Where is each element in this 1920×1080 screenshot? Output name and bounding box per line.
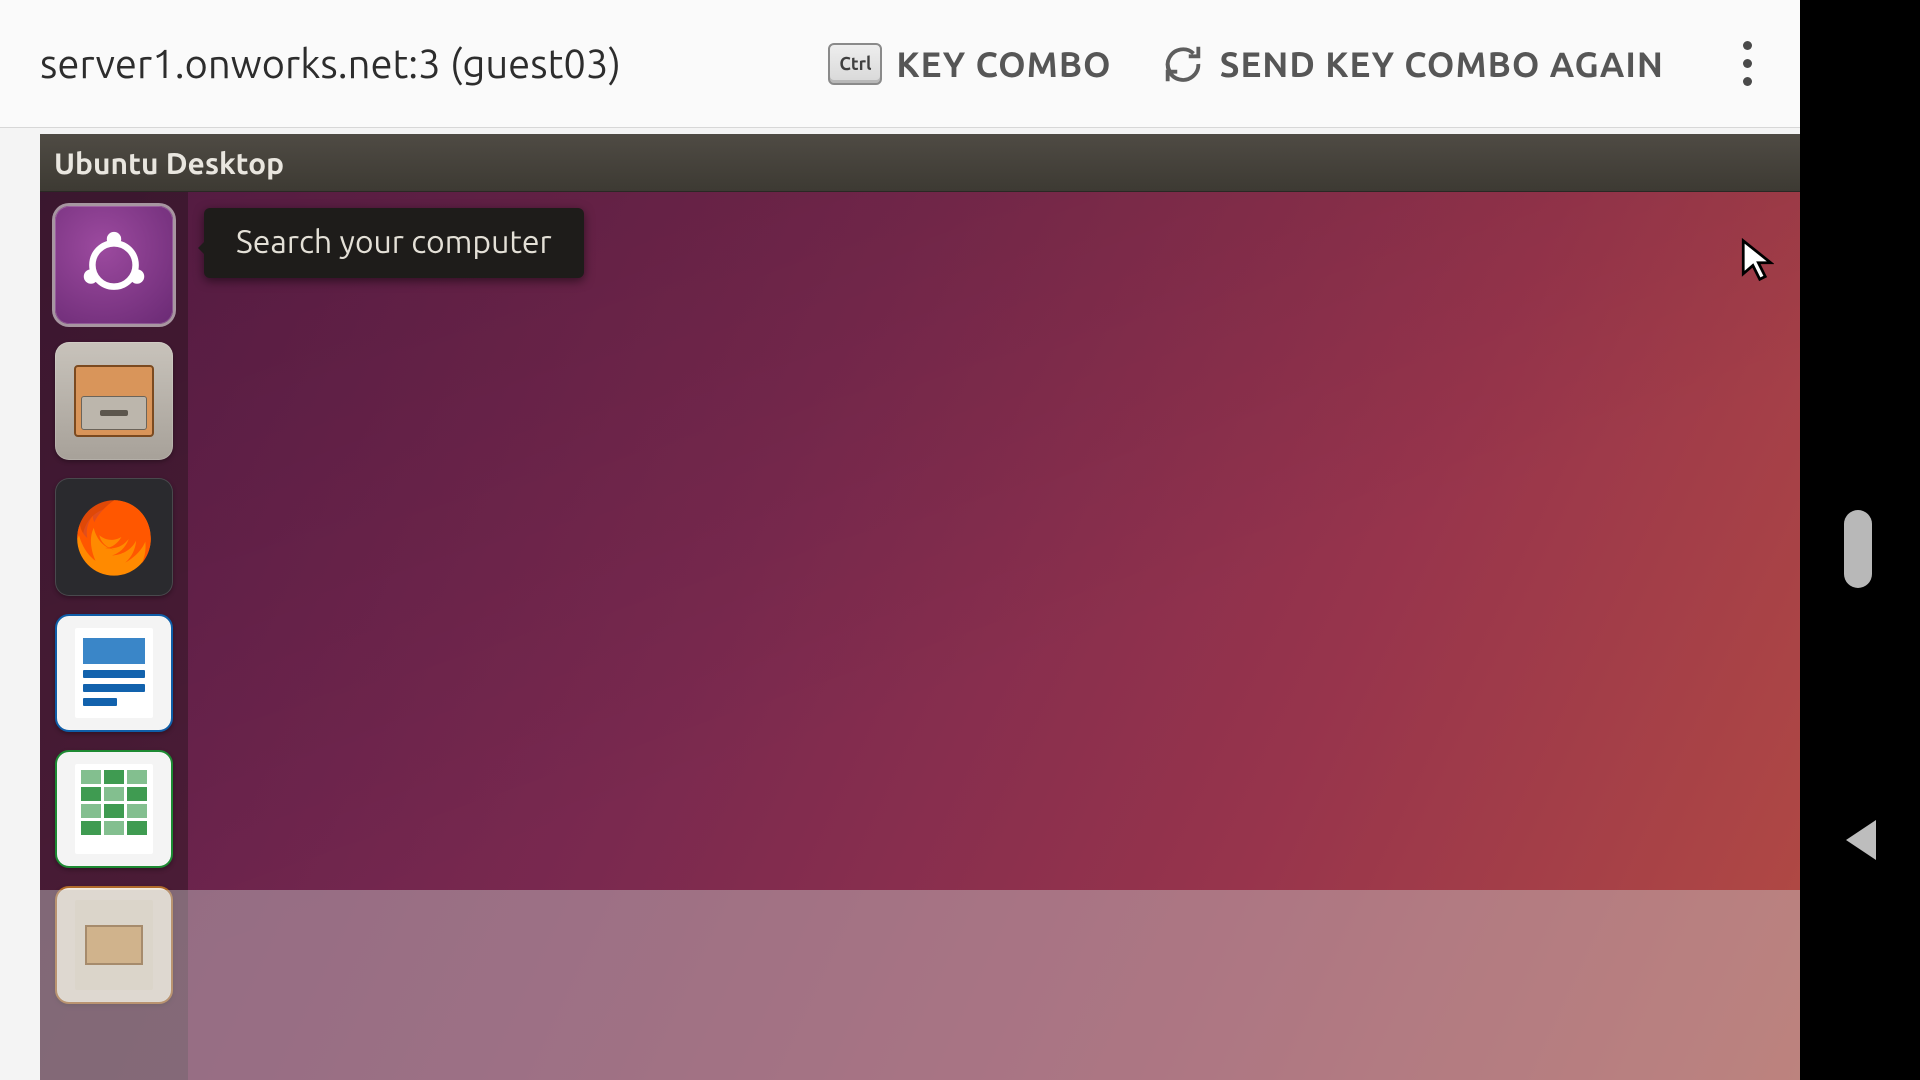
writer-icon	[75, 628, 153, 718]
launcher-writer-button[interactable]	[55, 614, 173, 732]
vnc-app-shell: server1.onworks.net:3 (guest03) Ctrl KEY…	[0, 0, 1800, 1080]
system-scrollbar-thumb[interactable]	[1844, 510, 1872, 588]
overflow-menu-button[interactable]	[1722, 34, 1772, 94]
impress-icon	[75, 900, 153, 990]
device-frame: server1.onworks.net:3 (guest03) Ctrl KEY…	[0, 0, 1920, 1080]
launcher-tooltip: Search your computer	[204, 208, 584, 278]
send-again-label: SEND KEY COMBO AGAIN	[1220, 44, 1664, 84]
launcher-calc-button[interactable]	[55, 750, 173, 868]
file-manager-icon	[74, 365, 154, 437]
ubuntu-top-panel: Ubuntu Desktop	[40, 134, 1800, 192]
launcher-firefox-button[interactable]	[55, 478, 173, 596]
app-toolbar: server1.onworks.net:3 (guest03) Ctrl KEY…	[0, 0, 1800, 128]
tooltip-text: Search your computer	[236, 224, 552, 260]
launcher-files-button[interactable]	[55, 342, 173, 460]
ubuntu-logo-icon	[78, 229, 150, 301]
send-key-combo-again-button[interactable]: SEND KEY COMBO AGAIN	[1160, 41, 1664, 87]
connection-title: server1.onworks.net:3 (guest03)	[40, 41, 621, 86]
key-combo-button[interactable]: Ctrl KEY COMBO	[828, 43, 1111, 85]
remote-cursor-icon	[1740, 238, 1774, 282]
remote-desktop-viewport[interactable]: Ubuntu Desktop	[40, 134, 1800, 1080]
unity-launcher	[40, 192, 188, 1080]
panel-title: Ubuntu Desktop	[54, 146, 284, 180]
calc-icon	[75, 764, 153, 854]
ctrl-key-icon: Ctrl	[828, 43, 882, 85]
bottom-dim-overlay	[40, 890, 1800, 1080]
launcher-dash-button[interactable]	[55, 206, 173, 324]
firefox-icon	[68, 491, 160, 583]
launcher-impress-button[interactable]	[55, 886, 173, 1004]
refresh-icon	[1160, 41, 1206, 87]
ubuntu-desktop-wallpaper[interactable]: Search your computer	[40, 192, 1800, 1080]
system-back-button[interactable]	[1846, 820, 1876, 860]
key-combo-label: KEY COMBO	[896, 44, 1111, 84]
